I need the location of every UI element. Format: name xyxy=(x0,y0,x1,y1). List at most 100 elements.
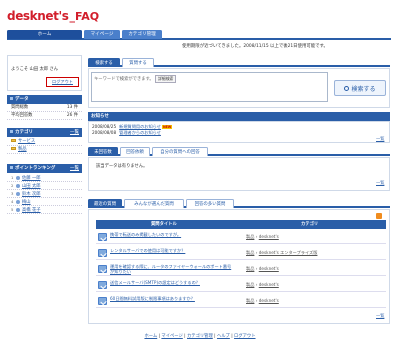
news-link[interactable]: 管理者からのお知らせ xyxy=(119,130,161,135)
category-link[interactable]: desknet's xyxy=(259,282,279,287)
question-link[interactable]: 携帯で転送のみ掲載したいのですが。 xyxy=(110,232,234,237)
search-button[interactable]: 検索する xyxy=(334,80,386,96)
table-row: 携帯で転送のみ掲載したいのですが。 製品 › desknet's xyxy=(96,230,386,244)
detail-search-button[interactable]: 詳細検索 xyxy=(155,75,177,83)
welcome-box: ようこそ 山田 太郎 さん ログアウト xyxy=(7,55,82,91)
category-link[interactable]: desknet's エンタープライズ版 xyxy=(259,250,318,255)
ranking-item: 4 梅山 xyxy=(7,198,82,206)
user-icon xyxy=(16,207,20,212)
question-category: 製品 › desknet's エンタープライズ版 xyxy=(246,250,318,255)
stat-row: 平均回答数 26 件 xyxy=(7,112,82,120)
search-input[interactable]: キーワードで検索ができます。 詳細検索 xyxy=(91,72,328,102)
news-more-link[interactable]: 一覧 xyxy=(376,136,384,142)
tab-unanswered[interactable]: 未回答数 xyxy=(88,147,118,156)
question-link[interactable]: 運用を確認する際に、ルータのファイヤーウォールのポート番号が知りたい xyxy=(110,264,234,274)
nav-tab-mypage[interactable]: マイページ xyxy=(84,30,120,39)
news-link[interactable]: 新規質問用のお知らせ xyxy=(119,124,161,129)
square-icon xyxy=(10,166,13,169)
answer-tabs: 未回答数 回答依頼 自分の質問への回答 xyxy=(88,147,390,156)
license-notice: 使用期限が近づいてきました。2008/11/15 以上で後21日使用可能です。 xyxy=(182,44,328,49)
category-more-link[interactable]: 一覧 xyxy=(70,128,79,137)
latest-tabs: 最近の質問 みんなが選んだ質問 回答の多い質問 xyxy=(88,199,390,208)
nav-tab-home[interactable]: ホーム xyxy=(7,30,82,39)
category-link[interactable]: desknet's xyxy=(259,234,279,239)
latest-more-link[interactable]: 一覧 xyxy=(376,313,384,319)
footer-link-help[interactable]: ヘルプ xyxy=(217,334,230,339)
footer-link-home[interactable]: ホーム xyxy=(144,334,157,339)
ranking-item: 5 高橋 花子 xyxy=(7,206,82,214)
category-link[interactable]: desknet's xyxy=(259,298,279,303)
nav-tab-category-admin[interactable]: カテゴリ管理 xyxy=(122,30,162,39)
search-placeholder: キーワードで検索ができます。 xyxy=(94,77,154,82)
col-header-title: 質問タイトル xyxy=(151,222,177,227)
question-icon xyxy=(98,297,107,305)
footer-link-logout[interactable]: ログアウト xyxy=(234,334,255,339)
tab-answer-requests[interactable]: 回答依頼 xyxy=(120,147,150,156)
ranking-more-link[interactable]: 一覧 xyxy=(70,164,79,173)
tab-ask[interactable]: 質問する xyxy=(122,58,154,67)
ranking-user-link[interactable]: 山田 太郎 xyxy=(22,184,41,189)
tab-answers-to-mine[interactable]: 自分の質問への回答 xyxy=(152,147,208,156)
tab-most-answered[interactable]: 回答の多い質問 xyxy=(186,199,234,208)
search-tabs: 検索する 質問する xyxy=(88,58,390,67)
question-link[interactable]: 60日間無料試用版に制限事項はありますか？ xyxy=(110,296,234,301)
news-item: 2008/08/08 管理者からのお知らせ xyxy=(92,130,161,136)
footer-links: ホーム | マイページ | カテゴリ管理 | ヘルプ | ログアウト xyxy=(144,334,256,339)
col-header-category: カテゴリ xyxy=(301,222,319,227)
welcome-text: ようこそ 山田 太郎 さん xyxy=(11,67,59,72)
tab-recent-questions[interactable]: 最近の質問 xyxy=(88,199,122,208)
news-date: 2008/08/25 xyxy=(92,124,117,129)
question-category: 製品 › desknet's xyxy=(246,298,279,303)
logo-text-brand: desknet's xyxy=(7,9,69,23)
category-link-service[interactable]: サービス xyxy=(18,139,35,144)
user-icon xyxy=(16,183,20,188)
ranking-section-title: ポイントランキング xyxy=(15,166,56,171)
category-section-title: カテゴリ xyxy=(15,130,33,135)
category-link-product[interactable]: 製品 xyxy=(18,147,27,152)
category-item: サービス xyxy=(7,138,82,146)
footer-link-mypage[interactable]: マイページ xyxy=(161,334,182,339)
ranking-user-link[interactable]: 高橋 花子 xyxy=(22,208,41,213)
answers-more-link[interactable]: 一覧 xyxy=(376,180,384,186)
category-link[interactable]: 製品 xyxy=(246,282,254,287)
category-link[interactable]: 製品 xyxy=(246,250,254,255)
logout-highlight: ログアウト xyxy=(46,77,79,87)
table-row: 運用を確認する際に、ルータのファイヤーウォールのポート番号が知りたい 製品 › … xyxy=(96,262,386,276)
ranking-user-link[interactable]: 梅山 xyxy=(22,200,31,205)
question-category: 製品 › desknet's xyxy=(246,234,279,239)
questions-table-header: 質問タイトル カテゴリ xyxy=(96,220,386,229)
question-category: 製品 › desknet's xyxy=(246,266,279,271)
stat-row: 質問総数 13 件 xyxy=(7,104,82,112)
main-nav: ホーム マイページ カテゴリ管理 xyxy=(7,30,391,40)
rss-icon[interactable] xyxy=(376,213,382,219)
folder-icon xyxy=(11,138,16,143)
tab-search[interactable]: 検索する xyxy=(88,58,120,67)
stat-value-questions: 13 件 xyxy=(66,105,78,110)
footer-link-category-admin[interactable]: カテゴリ管理 xyxy=(187,334,213,339)
category-link[interactable]: desknet's xyxy=(259,266,279,271)
news-header: お知らせ xyxy=(88,112,390,121)
ranking-user-link[interactable]: 鈴木 次郎 xyxy=(22,192,41,197)
question-link[interactable]: レンタルサーバでの使用は可能ですか？ xyxy=(110,248,234,253)
category-link[interactable]: 製品 xyxy=(246,234,254,239)
category-link[interactable]: 製品 xyxy=(246,266,254,271)
question-icon xyxy=(98,281,107,289)
category-link[interactable]: 製品 xyxy=(246,298,254,303)
question-link[interactable]: 送信メールサーバ(SMTP)の設定はどうするの？ xyxy=(110,280,234,285)
empty-message: 該当データは有りません。 xyxy=(96,164,148,169)
tab-popular-questions[interactable]: みんなが選んだ質問 xyxy=(124,199,184,208)
category-item: 製品 xyxy=(7,146,82,154)
ranking-user-link[interactable]: 佐藤 一郎 xyxy=(22,176,41,181)
user-icon xyxy=(16,199,20,204)
magnifier-icon xyxy=(344,85,350,91)
table-row: レンタルサーバでの使用は可能ですか？ 製品 › desknet's エンタープラ… xyxy=(96,246,386,260)
logout-link[interactable]: ログアウト xyxy=(52,79,73,85)
new-badge: NEW xyxy=(161,125,173,129)
logo-text-suffix: _FAQ xyxy=(69,10,100,23)
user-icon xyxy=(16,191,20,196)
app-logo[interactable]: desknet's _FAQ xyxy=(7,9,99,25)
question-icon xyxy=(98,233,107,241)
square-icon xyxy=(10,130,13,133)
category-section-header: カテゴリ 一覧 xyxy=(7,128,82,137)
stat-label-answers: 平均回答数 xyxy=(11,113,33,118)
